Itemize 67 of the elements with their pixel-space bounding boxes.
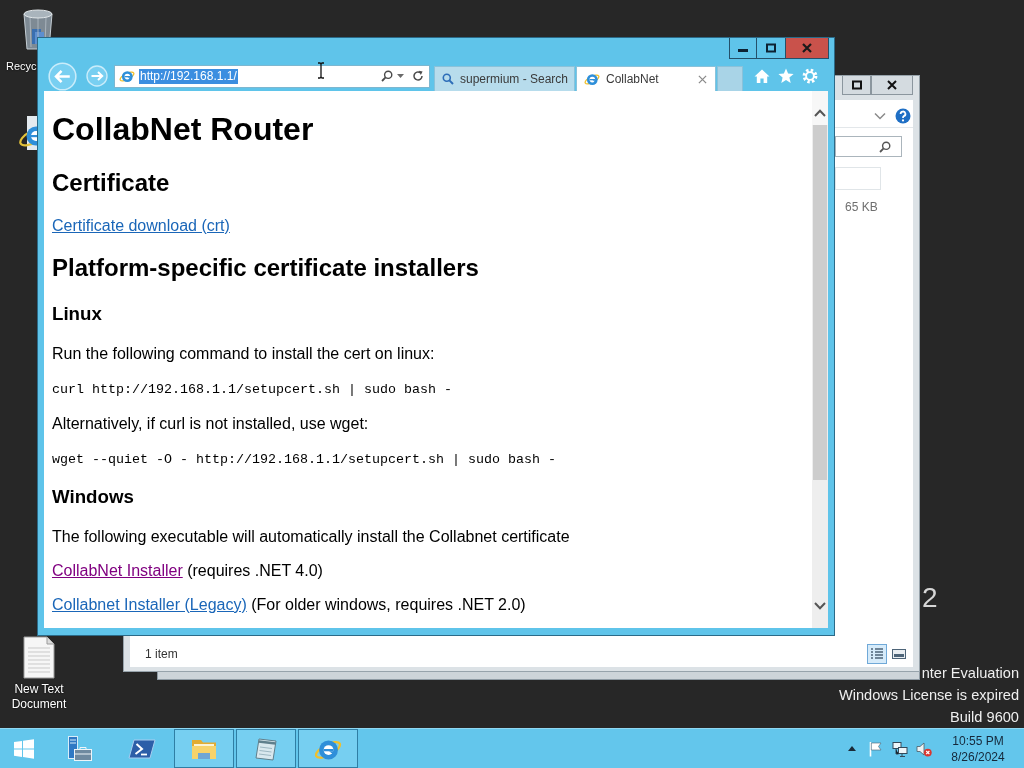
close-icon[interactable] (698, 74, 707, 84)
text-file-icon[interactable] (23, 636, 55, 679)
search-icon (442, 73, 454, 85)
maximize-icon (851, 80, 862, 90)
desktop-icon-label[interactable]: Recyc (6, 59, 37, 74)
page-link[interactable]: CollabNet Installer (52, 562, 183, 579)
watermark-text: Windows License is expired (838, 686, 1019, 705)
close-icon (802, 43, 812, 53)
browser-icon (119, 68, 135, 84)
subsection-heading: Windows (52, 486, 134, 508)
clock-date[interactable]: 8/26/2024 (951, 748, 1005, 765)
command-line: wget --quiet -O - http://192.168.1.1/setupcert.sh | sudo bash - (52, 452, 556, 467)
maximize-icon (766, 43, 776, 53)
page-link[interactable]: Collabnet Installer (Legacy) (52, 596, 247, 613)
browser-icon (584, 71, 600, 87)
forward-icon[interactable] (86, 65, 108, 87)
settings-icon[interactable] (802, 68, 818, 84)
back-icon[interactable] (48, 61, 77, 91)
browser-tab[interactable]: supermium - Search (434, 66, 575, 91)
start-icon (14, 738, 34, 759)
flag-icon[interactable] (868, 740, 884, 757)
status-text: 1 item (145, 647, 178, 661)
browser-tab[interactable]: CollabNet (576, 66, 716, 91)
section-heading: Certificate (52, 169, 170, 197)
file-size-text: 65 KB (845, 200, 878, 214)
caret-up-icon[interactable] (848, 746, 856, 751)
command-line: curl http://192.168.1.1/setupcert.sh | sudo bash - (52, 382, 452, 397)
desktop-icon-label[interactable]: New Text Document (2, 682, 76, 712)
details-view-icon[interactable] (867, 644, 887, 664)
paragraph: Alternatively, if curl is not installed, use wget: (52, 415, 369, 433)
paragraph: Run the following command to install the cert on linux: (52, 345, 435, 363)
subsection-heading: Linux (52, 303, 102, 325)
dropdown-caret-icon[interactable] (397, 74, 404, 78)
network-icon[interactable] (892, 740, 908, 757)
home-icon[interactable] (754, 68, 770, 84)
search-icon[interactable] (879, 140, 891, 153)
search-field[interactable] (835, 136, 902, 157)
paragraph: Collabnet Installer (Legacy) (For older windows, requires .NET 2.0) (52, 596, 526, 614)
paragraph: CollabNet Installer (requires .NET 4.0) (52, 562, 323, 580)
paragraph: The following executable will automatically install the Collabnet certificate (52, 528, 570, 546)
page-title: CollabNet Router (52, 111, 314, 148)
watermark-text: Build 9600 (950, 708, 1019, 727)
taskbar-button[interactable] (236, 729, 296, 768)
star-icon[interactable] (778, 68, 794, 84)
server-toolbox-icon (66, 734, 94, 763)
chevron-down-icon[interactable] (874, 112, 886, 120)
scroll-down-icon[interactable] (814, 602, 826, 610)
taskbar-button[interactable] (298, 729, 358, 768)
scroll-up-icon[interactable] (814, 109, 826, 117)
taskbar-button[interactable] (174, 729, 234, 768)
minimize-button[interactable] (729, 38, 757, 59)
close-button[interactable] (871, 76, 913, 95)
clock-time[interactable]: 10:55 PM (952, 732, 1004, 749)
speaker-muted-icon[interactable] (916, 740, 932, 757)
help-icon[interactable] (895, 108, 911, 124)
maximize-button[interactable] (757, 38, 786, 59)
maximize-button[interactable] (842, 76, 871, 95)
watermark-text: nter Evaluation (921, 664, 1019, 683)
page-link[interactable]: Certificate download (crt) (52, 217, 230, 235)
search-icon[interactable] (381, 70, 393, 82)
watermark-text: 2 (922, 581, 938, 615)
scrollbar-thumb[interactable] (813, 125, 827, 480)
close-icon (887, 80, 897, 90)
refresh-icon[interactable] (412, 70, 424, 82)
scrollbar-track[interactable] (812, 91, 828, 628)
text-cursor-icon (317, 62, 325, 79)
section-heading: Platform-specific certificate installers (52, 254, 479, 282)
